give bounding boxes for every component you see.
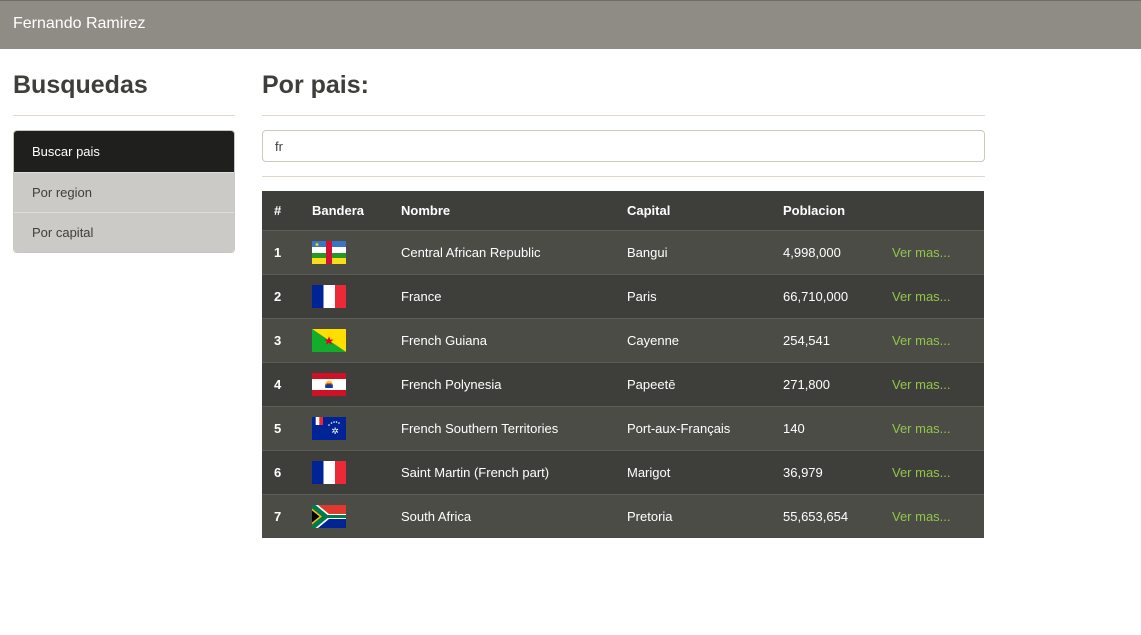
country-capital: Pretoria [627,493,783,538]
country-population: 254,541 [783,317,892,362]
sidebar-title: Busquedas [13,71,148,99]
country-capital: Marigot [627,449,783,494]
country-population: 66,710,000 [783,273,892,318]
more-cell: Ver mas... [892,361,984,406]
country-capital: Paris [627,273,783,318]
saint-martin-flag [312,460,346,484]
search-type-menu: Buscar pais Por region Por capital [13,130,235,253]
country-population: 140 [783,405,892,450]
navbar-brand[interactable]: Fernando Ramirez [13,15,146,33]
row-number: 2 [262,273,312,318]
table-header-row: # Bandera Nombre Capital Poblacion [262,191,984,230]
row-number: 1 [262,229,312,274]
country-population: 271,800 [783,361,892,406]
ver-mas-link[interactable]: Ver mas... [892,245,951,260]
more-cell: Ver mas... [892,229,984,274]
country-population: 55,653,654 [783,493,892,538]
table-row: 5 ✲ French Southern Territories Port-aux-Fr… [262,405,984,450]
country-capital: Papeetē [627,361,783,406]
table-row: 4 French Polynesia Papeetē 271,800 Ver mas..… [262,361,984,406]
country-name: French Southern Territories [401,405,627,450]
country-name: France [401,273,627,318]
more-cell: Ver mas... [892,405,984,450]
flag-cell [312,229,401,274]
countries-table: # Bandera Nombre Capital Poblacion 1 Cent… [262,191,984,538]
flag-cell [312,273,401,318]
table-row: 2 France Paris 66,710,000 Ver mas... [262,273,984,318]
flag-cell [312,361,401,406]
header-name: Nombre [401,191,627,230]
row-number: 7 [262,493,312,538]
country-name: French Guiana [401,317,627,362]
row-number: 4 [262,361,312,406]
country-population: 4,998,000 [783,229,892,274]
menu-item-buscar-pais[interactable]: Buscar pais [14,131,234,172]
row-number: 3 [262,317,312,362]
ver-mas-link[interactable]: Ver mas... [892,377,951,392]
ver-mas-link[interactable]: Ver mas... [892,421,951,436]
country-capital: Bangui [627,229,783,274]
table-row: 6 Saint Martin (French part) Marigot 36,979… [262,449,984,494]
menu-item-por-region[interactable]: Por region [14,172,234,212]
ver-mas-link[interactable]: Ver mas... [892,333,951,348]
header-capital: Capital [627,191,783,230]
country-name: French Polynesia [401,361,627,406]
country-capital: Port-aux-Français [627,405,783,450]
top-navbar: Fernando Ramirez [0,0,1141,49]
table-row: 1 Central African Republic Bangui 4,998,000… [262,229,984,274]
country-capital: Cayenne [627,317,783,362]
south-africa-flag [312,504,346,528]
table-row: 3 French Guiana Cayenne 254,541 Ver mas... [262,317,984,362]
country-population: 36,979 [783,449,892,494]
ver-mas-link[interactable]: Ver mas... [892,509,951,524]
france-flag [312,284,346,308]
sidebar-divider [13,115,235,116]
country-name: Saint Martin (French part) [401,449,627,494]
header-flag: Bandera [312,191,401,230]
more-cell: Ver mas... [892,493,984,538]
flag-cell [312,449,401,494]
header-actions [892,191,984,230]
menu-item-por-capital[interactable]: Por capital [14,212,234,252]
central-african-republic-flag [312,240,346,264]
more-cell: Ver mas... [892,317,984,362]
french-polynesia-flag [312,372,346,396]
more-cell: Ver mas... [892,273,984,318]
search-divider [262,176,985,177]
header-number: # [262,191,312,230]
french-southern-territories-flag: ✲ [312,416,346,440]
row-number: 6 [262,449,312,494]
header-population: Poblacion [783,191,892,230]
flag-cell: ✲ [312,405,401,450]
more-cell: Ver mas... [892,449,984,494]
ver-mas-link[interactable]: Ver mas... [892,289,951,304]
flag-cell [312,317,401,362]
country-name: South Africa [401,493,627,538]
table-row: 7 South Africa Pretoria 55,653,654 Ver mas..… [262,493,984,538]
title-divider [262,115,985,116]
country-name: Central African Republic [401,229,627,274]
country-search-input[interactable] [262,130,985,162]
flag-cell [312,493,401,538]
svg-text:✲: ✲ [331,427,339,437]
french-guiana-flag [312,328,346,352]
row-number: 5 [262,405,312,450]
ver-mas-link[interactable]: Ver mas... [892,465,951,480]
page-title: Por pais: [262,71,369,99]
